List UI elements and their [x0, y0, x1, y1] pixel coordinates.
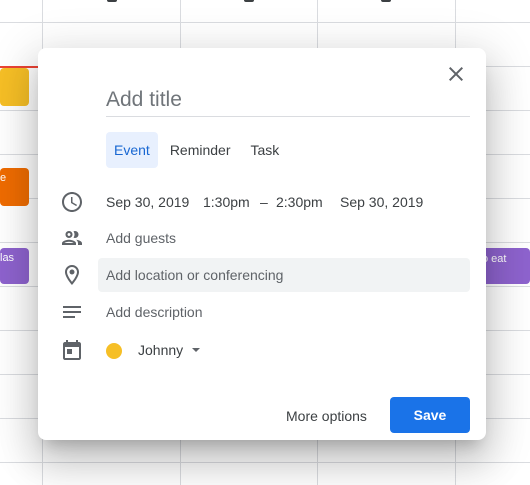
location-row: Add location or conferencing — [38, 257, 486, 293]
more-options-button[interactable]: More options — [278, 398, 375, 434]
grid-row-line — [0, 22, 530, 23]
calendar-event[interactable]: las — [0, 248, 29, 284]
chevron-down-icon[interactable] — [192, 348, 200, 352]
event-type-tabs: Event Reminder Task — [106, 132, 291, 168]
grid-row-line — [0, 462, 530, 463]
end-time[interactable]: 2:30pm — [276, 184, 323, 220]
tab-event[interactable]: Event — [106, 132, 158, 168]
guests-row[interactable]: Add guests — [38, 220, 486, 256]
start-time[interactable]: 1:30pm — [203, 184, 250, 220]
description-row[interactable]: Add description — [38, 294, 486, 330]
close-button[interactable] — [444, 62, 468, 86]
tab-task[interactable]: Task — [243, 132, 288, 168]
event-title: e — [0, 172, 7, 184]
calendar-color-dot[interactable] — [106, 343, 122, 359]
people-icon — [62, 231, 82, 245]
event-title: las — [0, 252, 15, 264]
start-date[interactable]: Sep 30, 2019 — [106, 184, 189, 220]
column-header-mark — [244, 0, 254, 2]
add-guests-field[interactable]: Add guests — [106, 220, 176, 256]
notes-icon — [63, 306, 81, 318]
save-button[interactable]: Save — [390, 397, 470, 433]
add-description-field[interactable]: Add description — [106, 294, 203, 330]
calendar-selector[interactable]: Johnny — [138, 332, 183, 368]
close-icon — [449, 67, 463, 81]
clock-icon — [62, 192, 82, 212]
calendar-icon — [63, 340, 81, 360]
column-header-mark — [381, 0, 391, 2]
datetime-row: Sep 30, 2019 1:30pm – 2:30pm Sep 30, 201… — [38, 184, 486, 220]
location-input[interactable]: Add location or conferencing — [98, 258, 470, 292]
location-pin-icon — [65, 265, 79, 285]
tab-reminder[interactable]: Reminder — [162, 132, 239, 168]
column-header-mark — [107, 0, 117, 2]
calendar-event[interactable] — [0, 68, 29, 106]
quick-event-dialog: Event Reminder Task Sep 30, 2019 1:30pm … — [38, 48, 486, 440]
end-date[interactable]: Sep 30, 2019 — [340, 184, 423, 220]
title-input[interactable] — [106, 84, 470, 117]
time-separator: – — [260, 194, 268, 210]
calendar-event[interactable]: e — [0, 168, 29, 206]
calendar-row: Johnny — [38, 332, 486, 368]
